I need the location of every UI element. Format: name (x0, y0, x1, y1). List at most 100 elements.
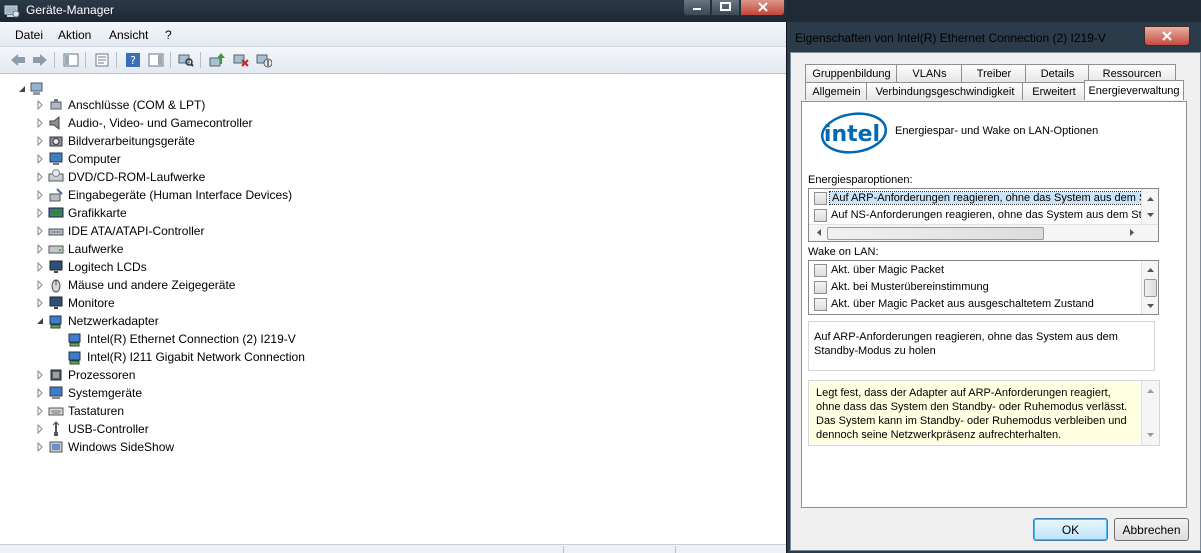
expand-arrow-icon[interactable] (36, 244, 44, 254)
expand-arrow-icon[interactable] (36, 226, 44, 236)
scroll-down-button[interactable] (1142, 207, 1158, 222)
menu-ansicht[interactable]: Ansicht (109, 28, 148, 42)
expand-arrow-icon[interactable] (36, 442, 44, 452)
power-option-ns[interactable]: Auf NS-Anforderungen reagieren, ohne das… (809, 207, 1158, 224)
expand-arrow-icon[interactable] (36, 118, 44, 128)
wol-options-list[interactable]: Akt. über Magic Packet Akt. bei Musterüb… (808, 260, 1159, 315)
scroll-up-button[interactable] (1142, 262, 1158, 277)
help-button[interactable]: ? (124, 51, 142, 69)
tree-node[interactable]: Computer (36, 150, 396, 168)
close-icon (1162, 31, 1172, 41)
wol-option-pattern-match[interactable]: Akt. bei Musterübereinstimmung (809, 279, 1158, 296)
scroll-up-button[interactable] (1142, 191, 1158, 206)
expand-arrow-icon[interactable] (36, 208, 44, 218)
tree-node[interactable]: Netzwerkadapter (36, 312, 396, 330)
expand-arrow-icon[interactable] (36, 424, 44, 434)
scan-hardware-button[interactable] (177, 51, 195, 69)
back-button[interactable] (9, 51, 27, 69)
help-vscroll[interactable] (1141, 381, 1159, 445)
uninstall-button[interactable] (232, 51, 250, 69)
menu-help[interactable]: ? (165, 28, 172, 42)
action-pane-button[interactable] (147, 51, 165, 69)
tree-node[interactable]: Systemgeräte (36, 384, 396, 402)
monitor-icon (49, 296, 63, 309)
tab-allgemein[interactable]: Allgemein (805, 82, 868, 100)
tree-node[interactable]: Tastaturen (36, 402, 396, 420)
forward-button[interactable] (31, 51, 49, 69)
cancel-button[interactable]: Abbrechen (1114, 518, 1189, 541)
dialog-titlebar[interactable]: Eigenschaften von Intel(R) Ethernet Conn… (787, 22, 1201, 52)
device-manager-titlebar[interactable]: Geräte-Manager (0, 0, 786, 22)
expand-arrow-icon[interactable] (36, 370, 44, 380)
tab-energieverwaltung[interactable]: Energieverwaltung (1084, 80, 1184, 100)
scroll-down-button[interactable] (1142, 298, 1158, 313)
uninstall-icon (233, 54, 249, 67)
checkbox-magic-packet[interactable] (814, 264, 827, 277)
scroll-left-button[interactable] (811, 225, 827, 240)
ok-button[interactable]: OK (1033, 518, 1108, 541)
tab-verbindungsgeschwindigkeit[interactable]: Verbindungsgeschwindigkeit (866, 82, 1024, 100)
tree-node[interactable]: Grafikkarte (36, 204, 396, 222)
tree-node[interactable]: Intel(R) I211 Gigabit Network Connection (55, 348, 415, 366)
hscroll-thumb[interactable] (827, 227, 1044, 240)
power-option-arp[interactable]: Auf ARP-Anforderungen reagieren, ohne da… (809, 190, 1158, 207)
minimize-button[interactable] (683, 0, 711, 16)
update-driver-button[interactable] (208, 51, 226, 69)
checkbox-pattern-match[interactable] (814, 281, 827, 294)
scroll-right-button[interactable] (1124, 225, 1140, 240)
properties-button[interactable] (93, 51, 111, 69)
tree-node[interactable]: Audio-, Video- und Gamecontroller (36, 114, 396, 132)
tree-node[interactable]: Bildverarbeitungsgeräte (36, 132, 396, 150)
tree-node[interactable]: IDE ATA/ATAPI-Controller (36, 222, 396, 240)
scroll-down-button[interactable] (1142, 427, 1158, 442)
device-tree[interactable]: Anschlüsse (COM & LPT) Audio-, Video- und… (0, 74, 786, 544)
tree-node[interactable]: Mäuse und andere Zeigegeräte (36, 276, 396, 294)
tab-vlans[interactable]: VLANs (896, 64, 963, 82)
tree-node[interactable]: Prozessoren (36, 366, 396, 384)
expand-arrow-icon[interactable] (36, 100, 44, 110)
tree-node[interactable]: Laufwerke (36, 240, 396, 258)
power-options-vscroll[interactable] (1141, 189, 1158, 224)
tree-node[interactable]: Anschlüsse (COM & LPT) (36, 96, 396, 114)
expand-arrow-icon[interactable] (36, 136, 44, 146)
wol-option-magic-packet-off[interactable]: Akt. über Magic Packet aus ausgeschaltet… (809, 296, 1158, 313)
expand-arrow-icon[interactable] (36, 280, 44, 290)
tree-node[interactable]: Intel(R) Ethernet Connection (2) I219-V (55, 330, 415, 348)
tab-treiber[interactable]: Treiber (961, 64, 1027, 82)
tree-node[interactable]: Windows SideShow (36, 438, 396, 456)
expand-arrow-icon[interactable] (36, 154, 44, 164)
maximize-button[interactable] (711, 0, 740, 16)
wol-option-magic-packet[interactable]: Akt. über Magic Packet (809, 262, 1158, 279)
checkbox-ns[interactable] (814, 209, 827, 222)
power-options-list[interactable]: Auf ARP-Anforderungen reagieren, ohne da… (808, 188, 1159, 242)
tree-node[interactable]: Logitech LCDs (36, 258, 396, 276)
tree-node[interactable]: Monitore (36, 294, 396, 312)
tab-details[interactable]: Details (1025, 64, 1090, 82)
power-options-hscroll[interactable] (809, 224, 1158, 241)
tab-gruppenbildung[interactable]: Gruppenbildung (805, 64, 898, 82)
expand-arrow-icon[interactable] (36, 298, 44, 308)
expand-arrow-icon[interactable] (36, 262, 44, 272)
maximize-icon (720, 2, 731, 11)
tree-node[interactable]: USB-Controller (36, 420, 396, 438)
expand-arrow-icon[interactable] (36, 190, 44, 200)
dialog-close-button[interactable] (1144, 26, 1190, 46)
menu-datei[interactable]: Datei (15, 28, 43, 42)
scroll-up-button[interactable] (1142, 383, 1158, 398)
tab-erweitert[interactable]: Erweitert (1022, 82, 1086, 100)
wol-options-vscroll[interactable] (1141, 261, 1158, 314)
tree-node-label: Audio-, Video- und Gamecontroller (68, 116, 253, 130)
close-button[interactable] (740, 0, 785, 16)
disable-device-button[interactable] (255, 51, 273, 69)
expand-arrow-icon[interactable] (36, 172, 44, 182)
checkbox-magic-packet-off[interactable] (814, 298, 827, 311)
tree-node[interactable]: DVD/CD-ROM-Laufwerke (36, 168, 396, 186)
vscroll-thumb[interactable] (1144, 279, 1157, 297)
tree-node[interactable]: Eingabegeräte (Human Interface Devices) (36, 186, 396, 204)
expand-arrow-icon[interactable] (36, 406, 44, 416)
collapse-arrow-icon[interactable] (36, 316, 44, 326)
checkbox-arp[interactable] (814, 192, 827, 205)
menu-aktion[interactable]: Aktion (58, 28, 91, 42)
expand-arrow-icon[interactable] (36, 388, 44, 398)
show-hide-console-tree-button[interactable] (62, 51, 80, 69)
